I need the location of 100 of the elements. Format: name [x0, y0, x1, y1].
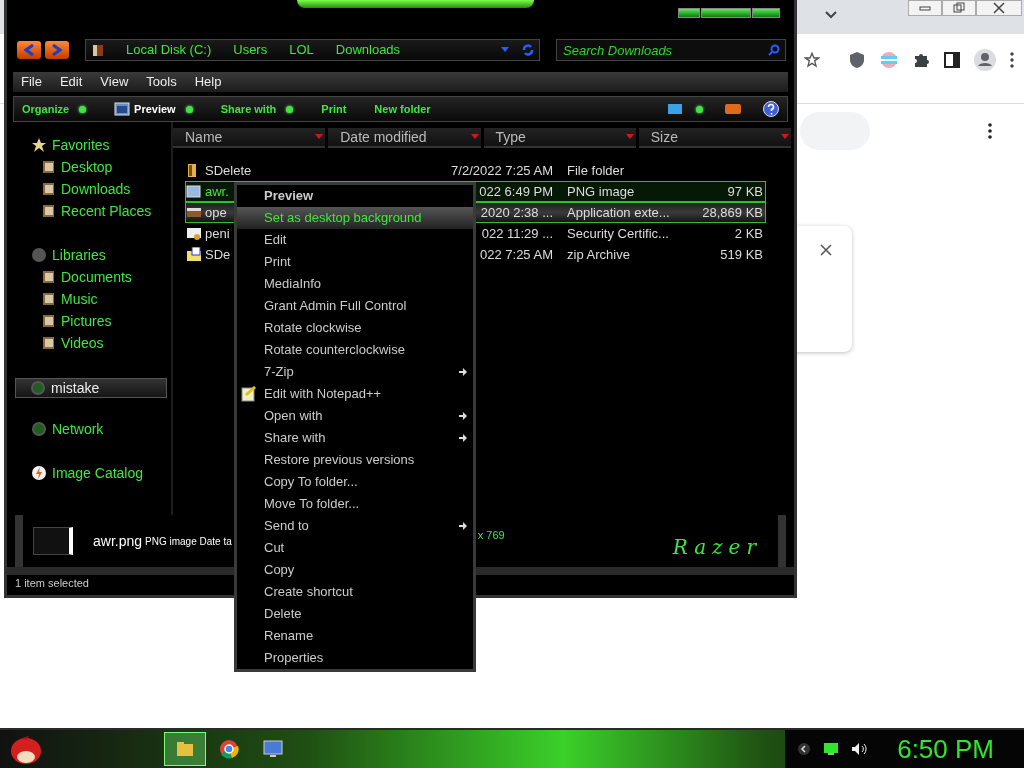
back-button[interactable] [17, 41, 41, 59]
column-header[interactable]: Name [173, 128, 326, 148]
dimensions-text: x 769 [477, 528, 505, 543]
restore-button[interactable] [942, 0, 976, 16]
star-icon[interactable] [804, 51, 820, 68]
network-icon[interactable] [823, 742, 840, 756]
sidebar-item[interactable]: Favorites [7, 134, 171, 156]
file-name: awr.png [93, 531, 143, 551]
type-cell: PNG image [567, 183, 635, 199]
file-name: awr. [205, 182, 229, 201]
menu-item[interactable]: Open with [237, 405, 473, 427]
menu-item[interactable]: Rotate counterclockwise [237, 339, 473, 361]
menu-item[interactable]: Rotate clockwise [237, 317, 473, 339]
sidebar-item[interactable]: Network [7, 418, 171, 440]
folder-icon [41, 335, 56, 351]
menu-icon[interactable] [1010, 51, 1014, 68]
shield-icon[interactable] [848, 50, 866, 69]
forward-icon [52, 44, 62, 56]
menu-item[interactable]: MediaInfo [237, 273, 473, 295]
sidebar-item[interactable]: Pictures [7, 310, 171, 332]
taskbar-button[interactable] [164, 732, 206, 766]
sidebar-item[interactable]: mistake [15, 378, 167, 398]
side-panel-icon[interactable] [944, 51, 960, 68]
menu-item[interactable]: 7-Zip [237, 361, 473, 383]
sidebar-item[interactable]: Libraries [7, 244, 171, 266]
menu-item[interactable]: Preview [237, 185, 473, 207]
arrow-icon [459, 522, 467, 530]
toolbar-button[interactable]: Preview [114, 100, 193, 118]
dropdown-icon[interactable] [696, 105, 703, 113]
search-field[interactable]: Search Downloads [556, 39, 786, 61]
dropdown-icon[interactable] [501, 47, 509, 53]
menu-item[interactable]: Copy To folder... [237, 471, 473, 493]
sidebar-icon [30, 380, 46, 396]
menu-item[interactable]: Edit with Notepad++ [237, 383, 473, 405]
menu-item[interactable]: Move To folder... [237, 493, 473, 515]
toolbar-button[interactable]: Share with [220, 100, 294, 118]
back-icon [24, 44, 34, 56]
date-cell: 022 11:29 ... [481, 225, 553, 241]
menu-item[interactable]: Share with [237, 427, 473, 449]
breadcrumb[interactable]: Local Disk (C:) [126, 40, 212, 60]
notepad-icon [241, 386, 257, 402]
menu-item[interactable]: Restore previous versions [237, 449, 473, 471]
menu-item[interactable]: Print [237, 251, 473, 273]
tab-list-icon[interactable] [824, 10, 838, 20]
minimize-button[interactable] [678, 8, 700, 18]
sidebar-item[interactable]: Music [7, 288, 171, 310]
menu-item[interactable]: Grant Admin Full Control [237, 295, 473, 317]
chevron-icon[interactable] [797, 742, 812, 756]
menu-item[interactable]: Delete [237, 603, 473, 625]
size-cell: 519 KB [720, 246, 763, 262]
toolbar-button[interactable]: New folder [374, 100, 431, 118]
breadcrumb[interactable]: Downloads [335, 40, 401, 60]
column-header[interactable]: Size [638, 128, 791, 148]
column-header[interactable]: Date modified [328, 128, 481, 148]
menu-item[interactable]: Help [194, 72, 222, 92]
file-info: PNG image Date ta [145, 534, 232, 549]
avatar-icon[interactable] [974, 48, 996, 71]
menu-item[interactable]: Send to [237, 515, 473, 537]
sort-icon [781, 134, 789, 140]
column-header[interactable]: Type [483, 128, 636, 148]
maximize-button[interactable] [701, 8, 751, 18]
sidebar-item[interactable]: Downloads [7, 178, 171, 200]
refresh-icon[interactable] [521, 43, 535, 57]
pane-icon[interactable] [725, 104, 741, 114]
file-icon [186, 184, 202, 199]
volume-icon[interactable] [851, 742, 868, 756]
type-cell: File folder [567, 162, 625, 178]
menu-item[interactable]: Rename [237, 625, 473, 647]
arrow-icon [459, 368, 467, 376]
toolbar-button[interactable]: Organize [22, 100, 87, 118]
menu-item[interactable]: Tools [146, 72, 177, 92]
close-button[interactable] [976, 0, 1022, 16]
menu-item[interactable]: Edit [59, 72, 83, 92]
search-icon[interactable] [768, 44, 780, 56]
menu-item[interactable]: Cut [237, 537, 473, 559]
help-icon[interactable] [763, 101, 779, 117]
breadcrumb[interactable]: LOL [289, 40, 314, 60]
sidebar-item[interactable]: Videos [7, 332, 171, 354]
folder-icon [41, 181, 56, 197]
menu-item[interactable]: Set as desktop background [237, 207, 473, 229]
address-bar[interactable]: Local Disk (C:) Users LOL Downloads [85, 39, 540, 61]
menu-item[interactable]: Properties [237, 647, 473, 669]
toolbar-button[interactable]: Print [321, 100, 347, 118]
sidebar-item[interactable]: Image Catalog [7, 462, 171, 484]
menu-item[interactable]: View [100, 72, 129, 92]
menu-item[interactable]: Edit [237, 229, 473, 251]
more-icon[interactable] [988, 123, 992, 139]
folder-icon [41, 291, 56, 307]
date-cell: 2020 2:38 ... [480, 204, 553, 220]
forward-button[interactable] [45, 41, 69, 59]
sidebar-item[interactable]: Documents [7, 266, 171, 288]
date-cell: 7/2/2022 7:25 AM [451, 162, 553, 178]
sidebar-icon [31, 421, 47, 437]
breadcrumb[interactable]: Users [233, 40, 268, 60]
sidebar-item[interactable]: Desktop [7, 156, 171, 178]
sidebar-icon [31, 247, 47, 263]
menu-item[interactable]: File [21, 72, 42, 92]
close-icon[interactable] [820, 244, 832, 256]
close-icon [993, 2, 1005, 14]
sidebar-item[interactable]: Recent Places [7, 200, 171, 222]
